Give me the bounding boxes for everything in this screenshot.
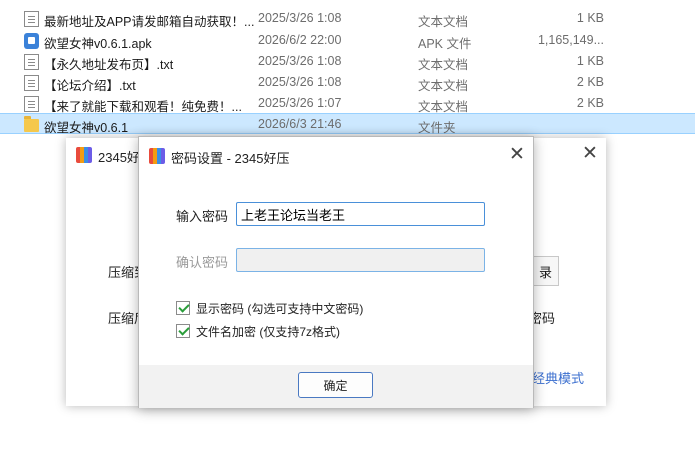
file-date: 2026/6/2 22:00	[258, 33, 342, 47]
file-date: 2025/3/26 1:08	[258, 75, 342, 89]
txt-file-icon	[24, 11, 39, 27]
password-input[interactable]	[236, 202, 485, 226]
show-password-label: 显示密码 (勾选可支持中文密码)	[196, 301, 364, 316]
file-name: 欲望女神v0.6.1.apk	[44, 37, 152, 51]
file-row[interactable]: 最新地址及APP请发邮箱自动获取！... 2025/3/26 1:08 文本文档…	[0, 8, 695, 29]
file-row[interactable]: 【永久地址发布页】.txt 2025/3/26 1:08 文本文档 1 KB	[0, 51, 695, 72]
close-icon[interactable]: ✕	[509, 145, 525, 165]
show-password-checkbox[interactable]	[176, 301, 190, 315]
close-icon[interactable]: ✕	[582, 144, 598, 164]
password-label: 输入密码	[176, 209, 229, 224]
file-row[interactable]: 【来了就能下载和观看！纯免费！... 2025/3/26 1:07 文本文档 2…	[0, 93, 695, 114]
file-row[interactable]: 【论坛介绍】.txt 2025/3/26 1:08 文本文档 2 KB	[0, 72, 695, 93]
app-logo-icon	[149, 148, 165, 164]
file-size: 2 KB	[576, 96, 604, 110]
file-type: APK 文件	[418, 37, 472, 51]
file-date: 2025/3/26 1:08	[258, 54, 342, 68]
file-date: 2025/3/26 1:08	[258, 11, 342, 25]
file-size: 1 KB	[576, 54, 604, 68]
file-type: 文本文档	[418, 15, 469, 29]
file-type: 文本文档	[418, 58, 469, 72]
txt-file-icon	[24, 75, 39, 91]
file-date: 2025/3/26 1:07	[258, 96, 342, 110]
file-type: 文本文档	[418, 79, 469, 93]
txt-file-icon	[24, 54, 39, 70]
dialog-title: 密码设置 - 2345好压	[171, 151, 290, 166]
file-size: 1 KB	[576, 11, 604, 25]
app-logo-icon	[76, 147, 92, 163]
file-name: 【论坛介绍】.txt	[44, 79, 136, 93]
file-name: 最新地址及APP请发邮箱自动获取！...	[44, 15, 255, 29]
file-name: 欲望女神v0.6.1	[44, 121, 129, 135]
encrypt-filenames-checkbox[interactable]	[176, 324, 190, 338]
file-size: 2 KB	[576, 75, 604, 89]
file-name: 【永久地址发布页】.txt	[44, 58, 174, 72]
file-row[interactable]: 欲望女神v0.6.1.apk 2026/6/2 22:00 APK 文件 1,1…	[0, 30, 695, 51]
encrypt-filenames-label: 文件名加密 (仅支持7z格式)	[196, 324, 341, 339]
compress-window-title: 2345好	[98, 150, 140, 165]
classic-mode-link[interactable]: 经典模式	[532, 368, 584, 387]
confirm-password-input[interactable]	[236, 248, 485, 272]
txt-file-icon	[24, 96, 39, 112]
ok-button[interactable]: 确定	[298, 372, 373, 398]
apk-file-icon	[24, 33, 39, 49]
confirm-password-label: 确认密码	[176, 255, 229, 270]
folder-icon	[24, 116, 39, 132]
file-date: 2026/6/3 21:46	[258, 117, 342, 131]
file-size: 1,165,149...	[537, 33, 604, 47]
file-type: 文件夹	[418, 121, 456, 135]
file-row-selected[interactable]: 欲望女神v0.6.1 2026/6/3 21:46 文件夹	[0, 113, 695, 135]
encrypt-filenames-option[interactable]: 文件名加密 (仅支持7z格式)	[176, 323, 340, 339]
show-password-option[interactable]: 显示密码 (勾选可支持中文密码)	[176, 300, 363, 316]
password-dialog: 密码设置 - 2345好压 ✕ 输入密码 确认密码 显示密码 (勾选可支持中文密…	[138, 136, 534, 408]
